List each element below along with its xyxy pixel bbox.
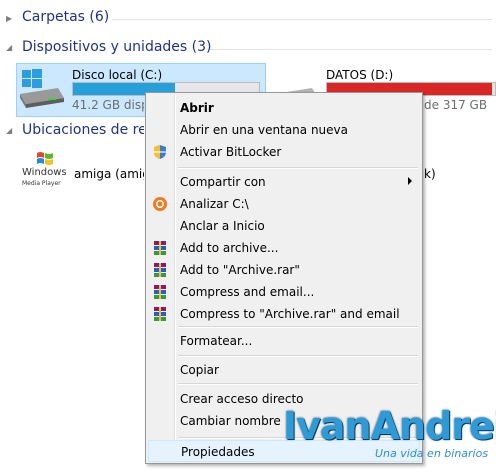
menu-item-label: Propiedades <box>181 445 255 459</box>
logo-line-1: Windows <box>22 167 67 178</box>
menu-item-anclar-a-inicio[interactable]: Anclar a Inicio <box>148 215 420 237</box>
expand-arrow-icon[interactable]: ▶ <box>6 14 12 23</box>
winrar-icon <box>152 284 168 300</box>
drive-free-space-d: de 317 GB <box>424 98 488 112</box>
drive-name-d: DATOS (D:) <box>326 68 394 82</box>
network-item-name-tail: k) <box>424 167 436 181</box>
divider <box>112 19 492 20</box>
menu-item-compress-to-archive-rar-and-email[interactable]: Compress to "Archive.rar" and email <box>148 303 420 325</box>
group-header-folders[interactable]: Carpetas (6) <box>22 9 109 25</box>
menu-item-compress-and-email[interactable]: Compress and email... <box>148 281 420 303</box>
menu-item-activar-bitlocker[interactable]: Activar BitLocker <box>148 141 420 163</box>
menu-item-label: Compress and email... <box>180 285 315 299</box>
menu-item-label: Activar BitLocker <box>180 145 282 159</box>
watermark-subtitle: Una vida en binarios <box>375 447 489 460</box>
menu-item-abrir-en-una-ventana-nueva[interactable]: Abrir en una ventana nueva <box>148 119 420 141</box>
menu-separator <box>178 167 418 169</box>
menu-separator <box>178 383 418 385</box>
menu-item-compartir-con[interactable]: Compartir con <box>148 171 420 193</box>
menu-item-label: Compartir con <box>180 175 266 189</box>
group-header-network[interactable]: Ubicaciones de red <box>22 122 144 138</box>
winrar-icon <box>152 240 168 256</box>
drive-name-c: Disco local (C:) <box>72 68 163 82</box>
menu-item-label: Copiar <box>180 363 219 377</box>
menu-item-abrir[interactable]: Abrir <box>148 97 420 119</box>
group-header-devices[interactable]: Dispositivos y unidades (3) <box>22 39 212 55</box>
windows-flag-icon <box>37 152 53 165</box>
watermark-title: IvanAndrei <box>283 404 496 448</box>
menu-separator <box>178 355 418 357</box>
logo-line-2: Media Player <box>22 180 61 187</box>
menu-separator <box>178 326 418 328</box>
windows-media-player-logo: Windows Media Player <box>20 150 68 194</box>
winrar-icon <box>152 262 168 278</box>
avast-icon <box>152 196 168 212</box>
shield-icon <box>152 144 168 160</box>
menu-item-label: Compress to "Archive.rar" and email <box>180 307 400 321</box>
drive-free-space-c: 41.2 GB disponibles <box>72 98 144 112</box>
menu-item-label: Abrir en una ventana nueva <box>180 123 348 137</box>
menu-item-label: Cambiar nombre <box>180 414 281 428</box>
menu-item-label: Abrir <box>180 101 214 115</box>
menu-item-label: Analizar C:\ <box>180 197 249 211</box>
menu-item-label: Add to "Archive.rar" <box>180 263 300 277</box>
menu-item-formatear[interactable]: Formatear... <box>148 330 420 352</box>
collapse-arrow-icon[interactable]: ◢ <box>6 126 12 135</box>
windows-drive-icon <box>20 69 64 108</box>
network-item-name[interactable]: amiga (amiga) <box>74 167 144 181</box>
menu-item-copiar[interactable]: Copiar <box>148 359 420 381</box>
menu-item-label: Formatear... <box>180 334 253 348</box>
menu-item-add-to-archive-rar[interactable]: Add to "Archive.rar" <box>148 259 420 281</box>
collapse-arrow-icon[interactable]: ◢ <box>6 43 12 52</box>
menu-item-add-to-archive[interactable]: Add to archive... <box>148 237 420 259</box>
winrar-icon <box>152 306 168 322</box>
menu-item-label: Add to archive... <box>180 241 279 255</box>
divider <box>210 49 492 50</box>
menu-item-label: Anclar a Inicio <box>180 219 265 233</box>
menu-item-analizar-c[interactable]: Analizar C:\ <box>148 193 420 215</box>
submenu-arrow-icon <box>408 177 412 185</box>
